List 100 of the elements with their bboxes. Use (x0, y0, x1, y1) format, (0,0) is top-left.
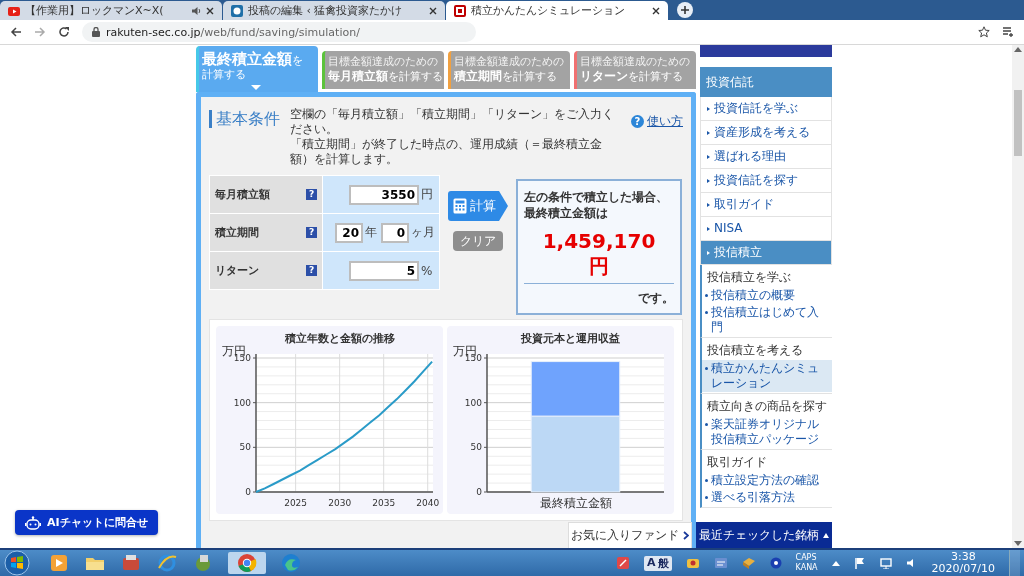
browser-tab[interactable]: 積立かんたんシミュレーション (446, 1, 668, 20)
bullet-icon (705, 311, 708, 314)
input-field[interactable]: 20 (335, 222, 363, 243)
flag-icon[interactable] (853, 557, 866, 569)
close-icon[interactable] (206, 6, 214, 15)
sidebar-item[interactable]: 選ばれる理由 (700, 145, 832, 169)
ai-chat-button[interactable]: AIチャットに問合せ (15, 510, 158, 535)
submenu-heading: 投信積立を学ぶ (706, 269, 792, 286)
input-field[interactable]: 3550 (349, 184, 419, 205)
calculate-button[interactable]: 計算 (448, 191, 508, 221)
result-text: です。 (637, 290, 674, 307)
submenu-link[interactable]: 楽天証券オリジナル投信積立パッケージ (702, 416, 832, 448)
recent-items-button[interactable]: 最近チェックした銘柄 (696, 522, 832, 548)
address-bar[interactable]: rakuten-sec.co.jp/web/fund/saving/simulation/ (82, 22, 476, 42)
favicon-icon (231, 4, 243, 17)
bullet-icon (705, 496, 708, 499)
chevron-icon (683, 531, 689, 540)
field-label: 積立期間 (215, 225, 259, 240)
kana-indicator: KANA (795, 563, 818, 573)
field-label: リターン (215, 263, 259, 278)
scroll-up-icon[interactable] (1014, 47, 1022, 52)
input-field[interactable]: 0 (381, 222, 409, 243)
start-button-icon[interactable] (4, 550, 30, 576)
sidebar-item[interactable]: 投資信託を学ぶ (700, 97, 832, 121)
bullet-icon (707, 106, 710, 111)
submenu-heading: 積立向きの商品を探す (706, 398, 828, 415)
ime-mode: A (647, 555, 656, 571)
browser-tab[interactable]: 【作業用】ロックマンX~X( (0, 1, 222, 20)
sidebar-item[interactable]: 取引ガイド (700, 193, 832, 217)
url-text: rakuten-sec.co.jp/web/fund/saving/simulation/ (106, 25, 360, 39)
currency-unit: 円 (524, 253, 674, 284)
help-link[interactable]: ? 使い方 (631, 113, 683, 130)
back-icon[interactable] (10, 26, 22, 38)
ime-dict-icon[interactable] (741, 556, 756, 570)
description-text: 「積立期間」が終了した時点の、運用成績（＝最終積立金額）を計算します。 (290, 137, 603, 167)
browser-tab[interactable]: 投稿の編集 ‹ 猛禽投資家たかけ (223, 1, 445, 20)
sidebar-item[interactable]: 投資信託を探す (700, 169, 832, 193)
favicon-icon (454, 4, 466, 17)
calculator-icon (453, 198, 467, 214)
result-text: 最終積立金額は (524, 205, 609, 221)
help-icon[interactable]: ? (306, 265, 317, 276)
section-title: 基本条件 (209, 110, 280, 128)
favorites-button[interactable]: お気に入りファンド (568, 522, 692, 548)
chart-title: 積立年数と金額の推移 (284, 332, 395, 345)
reload-icon[interactable] (58, 26, 70, 38)
scrollbar[interactable] (1012, 45, 1024, 548)
help-icon[interactable]: ? (306, 227, 317, 238)
ime-bar[interactable]: A 般 (644, 555, 672, 571)
clock[interactable]: 3:38 2020/07/10 (931, 551, 995, 575)
axis-category-label: 最終積立金額 (539, 496, 612, 510)
help-icon[interactable]: ? (306, 189, 317, 200)
submenu-link[interactable]: 投信積立の概要 (702, 287, 832, 304)
submenu-link[interactable]: 積立設定方法の確認 (702, 472, 832, 489)
sidebar-header: 投資信託 (700, 67, 832, 97)
ime-mode: 般 (657, 555, 669, 571)
description-text: 空欄の「毎月積立額」「積立期間」「リターン」をご入力ください。 (290, 107, 615, 137)
bullet-icon (707, 178, 710, 183)
submenu-link[interactable]: 積立かんたんシミュレーション (702, 360, 832, 392)
robot-icon (25, 515, 41, 530)
bullet-icon (707, 130, 710, 135)
tray-expand-icon[interactable] (831, 560, 840, 566)
bullet-icon (705, 294, 708, 297)
star-icon[interactable] (978, 26, 990, 38)
swirl-icon[interactable] (280, 552, 302, 574)
tray-app-icon[interactable] (616, 556, 631, 570)
network-icon[interactable] (879, 557, 892, 569)
bullet-icon (705, 423, 708, 426)
axis-tick-label: 0 (245, 487, 251, 497)
submenu-heading: 取引ガイド (706, 454, 768, 471)
bullet-icon (707, 226, 710, 231)
bullet-icon (705, 367, 708, 370)
unit-label: 年 (365, 224, 378, 241)
lock-icon (92, 27, 100, 37)
axis-tick-label: 50 (239, 442, 251, 453)
browser-e-icon[interactable] (156, 552, 178, 574)
scroll-down-icon[interactable] (1014, 541, 1022, 546)
unit-label: % (421, 263, 434, 278)
caps-indicator: CAPS (795, 553, 818, 563)
ime-tool-icon[interactable] (685, 556, 700, 570)
sidebar-item[interactable]: 投信積立 (700, 241, 832, 265)
input-field[interactable]: 5 (349, 260, 419, 281)
ime-pad-icon[interactable] (713, 556, 728, 570)
forward-icon[interactable] (34, 26, 46, 38)
reading-list-icon[interactable] (1002, 26, 1014, 38)
scrollbar-thumb[interactable] (1014, 90, 1022, 156)
axis-tick-label: 2035 (372, 498, 396, 508)
result-text: 左の条件で積立した場合、 (524, 189, 669, 205)
axis-tick-label: 100 (464, 397, 482, 408)
submenu-link[interactable]: 投信積立はじめて入門 (702, 304, 832, 336)
media-player-icon[interactable] (48, 552, 70, 574)
sidebar-item[interactable]: 資産形成を考える (700, 121, 832, 145)
bullet-icon (707, 202, 710, 207)
new-tab-icon[interactable] (677, 2, 693, 18)
bullet-icon (707, 154, 710, 159)
close-icon[interactable] (652, 6, 660, 15)
bullet-icon (705, 479, 708, 482)
submenu-link[interactable]: 選べる引落方法 (702, 489, 832, 506)
close-icon[interactable] (429, 6, 437, 15)
axis-tick-label: 2040 (416, 498, 440, 508)
chrome-icon[interactable] (228, 552, 266, 574)
